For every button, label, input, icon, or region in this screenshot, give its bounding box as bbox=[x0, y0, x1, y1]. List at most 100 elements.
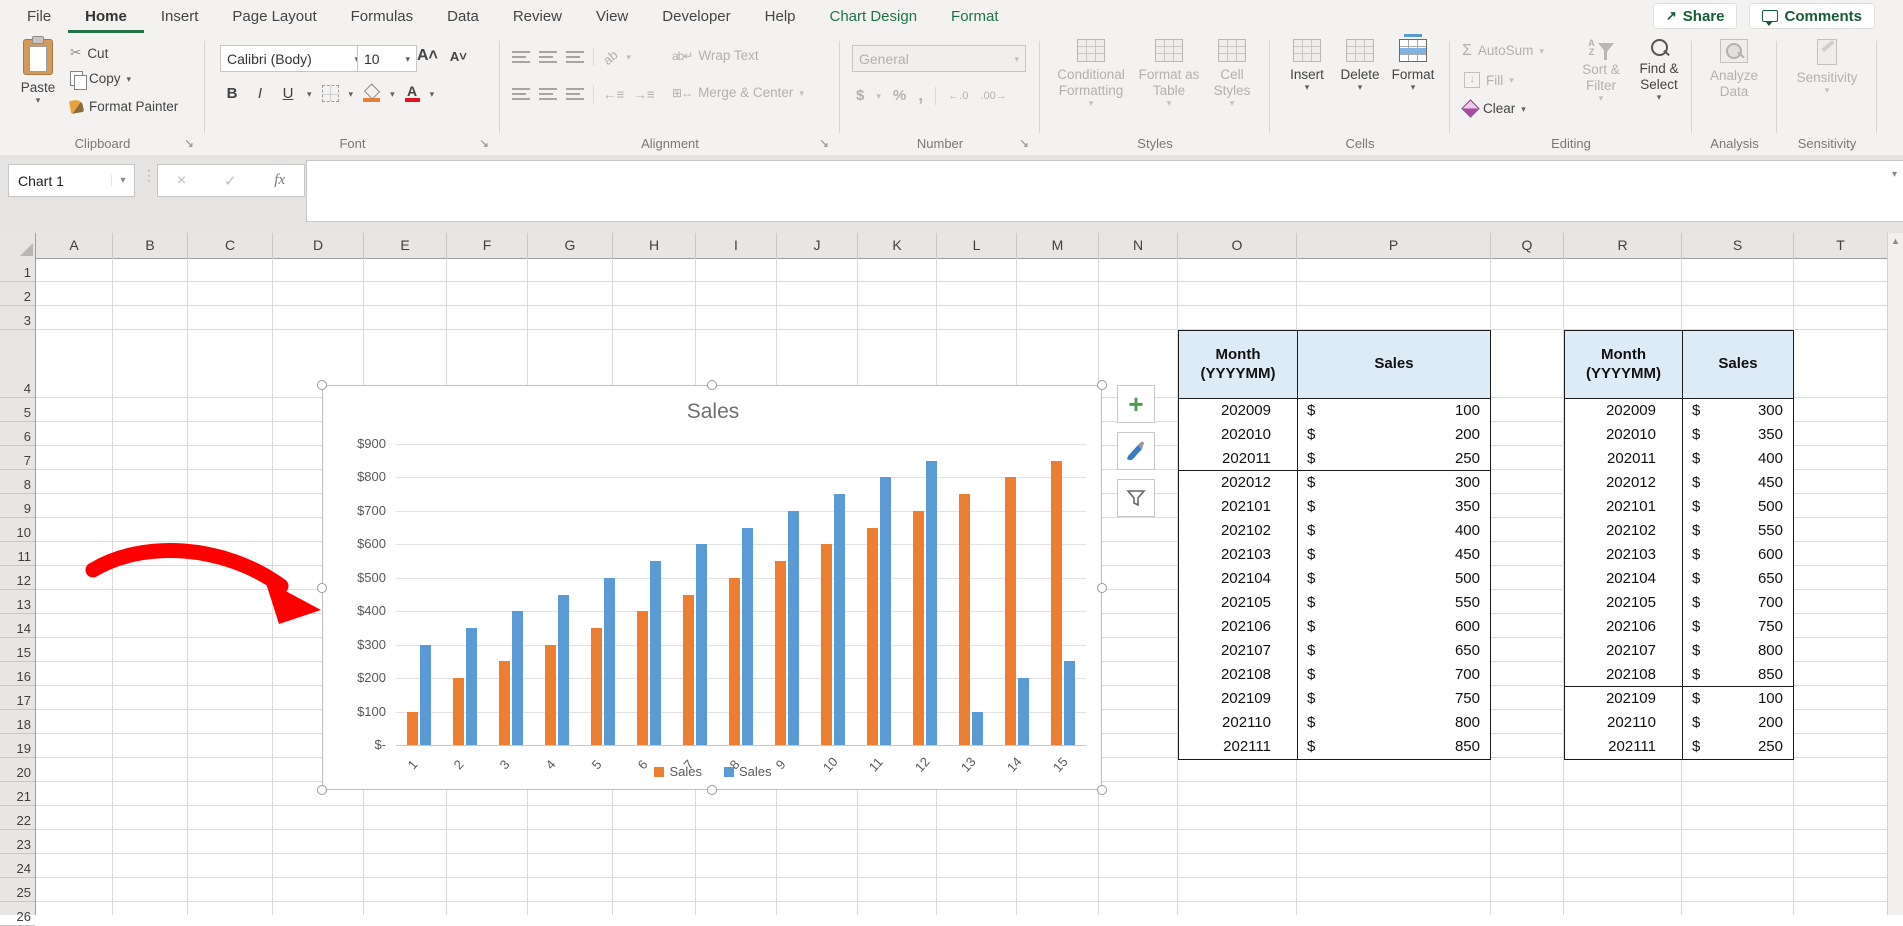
month-cell[interactable]: 202102 bbox=[1565, 519, 1682, 543]
column-header-R[interactable]: R bbox=[1564, 233, 1682, 258]
sales-cell[interactable]: $350 bbox=[1297, 495, 1490, 519]
sales-cell[interactable]: $500 bbox=[1297, 567, 1490, 591]
month-cell[interactable]: 202106 bbox=[1565, 615, 1682, 639]
table-row[interactable]: 202009$300 bbox=[1565, 399, 1793, 423]
month-cell[interactable]: 202103 bbox=[1179, 543, 1297, 567]
borders-icon[interactable] bbox=[322, 85, 339, 102]
month-cell[interactable]: 202111 bbox=[1565, 735, 1682, 759]
table-row[interactable]: 202107$800 bbox=[1565, 639, 1793, 663]
fill-button[interactable]: ↓ Fill ▾ bbox=[1464, 72, 1514, 88]
table-row[interactable]: 202104$650 bbox=[1565, 567, 1793, 591]
month-cell[interactable]: 202111 bbox=[1179, 735, 1297, 759]
paste-button[interactable]: Paste ▾ bbox=[14, 39, 62, 104]
tab-data[interactable]: Data bbox=[430, 0, 496, 33]
increase-indent-icon[interactable]: →≡ bbox=[633, 87, 654, 102]
autosum-button[interactable]: Σ AutoSum ▾ bbox=[1462, 43, 1544, 58]
table-row[interactable]: 202103$600 bbox=[1565, 543, 1793, 567]
row-header-15[interactable]: 15 bbox=[0, 638, 35, 662]
tab-developer[interactable]: Developer bbox=[645, 0, 747, 33]
month-cell[interactable]: 202107 bbox=[1179, 639, 1297, 663]
chart-bar-blue-1[interactable] bbox=[420, 645, 431, 745]
table-row[interactable]: 202105$550 bbox=[1179, 591, 1490, 615]
cell-styles-button[interactable]: Cell Styles ▾ bbox=[1206, 39, 1258, 107]
column-header-S[interactable]: S bbox=[1682, 233, 1794, 258]
sort-filter-button[interactable]: AZ Sort & Filter ▾ bbox=[1576, 39, 1626, 102]
sales-cell[interactable]: $400 bbox=[1297, 519, 1490, 543]
month-cell[interactable]: 202009 bbox=[1565, 399, 1682, 423]
table-row[interactable]: 202012$300 bbox=[1179, 471, 1490, 495]
chart-bar-blue-3[interactable] bbox=[512, 611, 523, 745]
name-box-caret-icon[interactable]: ▾ bbox=[111, 175, 134, 186]
month-cell[interactable]: 202106 bbox=[1179, 615, 1297, 639]
sales-cell[interactable]: $450 bbox=[1682, 471, 1793, 495]
font-dialog-launcher[interactable]: ↘ bbox=[476, 135, 492, 151]
data-table-2[interactable]: Month(YYYYMM)Sales202009$300202010$35020… bbox=[1564, 330, 1794, 760]
table-row[interactable]: 202101$350 bbox=[1179, 495, 1490, 519]
month-cell[interactable]: 202109 bbox=[1565, 687, 1682, 711]
row-header-22[interactable]: 22 bbox=[0, 806, 35, 830]
row-header-13[interactable]: 13 bbox=[0, 590, 35, 614]
tab-format[interactable]: Format bbox=[934, 0, 1016, 33]
font-size-select[interactable]: 10 ▾ bbox=[357, 45, 417, 72]
clear-button[interactable]: Clear ▾ bbox=[1464, 101, 1526, 116]
chart-bar-blue-9[interactable] bbox=[788, 511, 799, 745]
increase-font-button[interactable]: A˄ bbox=[417, 47, 438, 65]
sensitivity-button[interactable]: Sensitivity ▾ bbox=[1795, 39, 1859, 94]
chart-filters-button[interactable] bbox=[1117, 479, 1155, 517]
selection-handle[interactable] bbox=[317, 785, 327, 795]
confirm-entry-icon[interactable]: ✓ bbox=[224, 172, 237, 190]
number-format-select[interactable]: General ▾ bbox=[852, 45, 1026, 72]
cut-button[interactable]: ✂ Cut bbox=[70, 45, 108, 61]
table-row[interactable]: 202010$200 bbox=[1179, 423, 1490, 447]
chart-title[interactable]: Sales bbox=[323, 400, 1103, 424]
chart-bar-orange-6[interactable] bbox=[637, 611, 648, 745]
table-row[interactable]: 202108$700 bbox=[1179, 663, 1490, 687]
sales-cell[interactable]: $250 bbox=[1682, 735, 1793, 759]
row-header-12[interactable]: 12 bbox=[0, 566, 35, 590]
format-as-table-button[interactable]: Format as Table ▾ bbox=[1136, 39, 1202, 107]
chart-bar-blue-14[interactable] bbox=[1018, 678, 1029, 745]
percent-button[interactable]: % bbox=[893, 87, 906, 104]
merge-center-button[interactable]: ⊞↔ Merge & Center ▾ bbox=[672, 85, 804, 100]
month-cell[interactable]: 202011 bbox=[1179, 447, 1297, 470]
sales-cell[interactable]: $450 bbox=[1297, 543, 1490, 567]
tab-formulas[interactable]: Formulas bbox=[334, 0, 431, 33]
column-header-Q[interactable]: Q bbox=[1491, 233, 1564, 258]
row-header-6[interactable]: 6 bbox=[0, 422, 35, 446]
column-header-T[interactable]: T bbox=[1794, 233, 1888, 258]
font-name-select[interactable]: Calibri (Body) ▾ bbox=[220, 45, 366, 72]
sales-cell[interactable]: $600 bbox=[1682, 543, 1793, 567]
sales-cell[interactable]: $600 bbox=[1297, 615, 1490, 639]
table-row[interactable]: 202109$750 bbox=[1179, 687, 1490, 711]
sales-cell[interactable]: $200 bbox=[1682, 711, 1793, 735]
column-header-F[interactable]: F bbox=[447, 233, 528, 258]
table-row[interactable]: 202110$800 bbox=[1179, 711, 1490, 735]
column-header-O[interactable]: O bbox=[1178, 233, 1297, 258]
row-header-21[interactable]: 21 bbox=[0, 782, 35, 806]
chart-bar-orange-1[interactable] bbox=[407, 712, 418, 745]
font-color-button[interactable]: A bbox=[405, 85, 420, 102]
tab-view[interactable]: View bbox=[579, 0, 645, 33]
chart-bar-blue-11[interactable] bbox=[880, 477, 891, 745]
month-cell[interactable]: 202110 bbox=[1179, 711, 1297, 735]
column-header-G[interactable]: G bbox=[528, 233, 613, 258]
table-row[interactable]: 202104$500 bbox=[1179, 567, 1490, 591]
sales-cell[interactable]: $250 bbox=[1297, 447, 1490, 470]
table-row[interactable]: 202105$700 bbox=[1565, 591, 1793, 615]
table-row[interactable]: 202106$750 bbox=[1565, 615, 1793, 639]
row-header-9[interactable]: 9 bbox=[0, 494, 35, 518]
sales-cell[interactable]: $650 bbox=[1682, 567, 1793, 591]
row-header-24[interactable]: 24 bbox=[0, 854, 35, 878]
row-header-3[interactable]: 3 bbox=[0, 306, 35, 330]
chart-bar-blue-13[interactable] bbox=[972, 712, 983, 745]
chart-bar-blue-8[interactable] bbox=[742, 528, 753, 745]
sales-cell[interactable]: $700 bbox=[1297, 663, 1490, 687]
comma-button[interactable]: , bbox=[918, 85, 923, 106]
chart-bar-orange-10[interactable] bbox=[821, 544, 832, 745]
sales-cell[interactable]: $300 bbox=[1682, 399, 1793, 423]
row-header-18[interactable]: 18 bbox=[0, 710, 35, 734]
sales-cell[interactable]: $350 bbox=[1682, 423, 1793, 447]
column-header-M[interactable]: M bbox=[1017, 233, 1099, 258]
month-cell[interactable]: 202109 bbox=[1179, 687, 1297, 711]
row-header-14[interactable]: 14 bbox=[0, 614, 35, 638]
